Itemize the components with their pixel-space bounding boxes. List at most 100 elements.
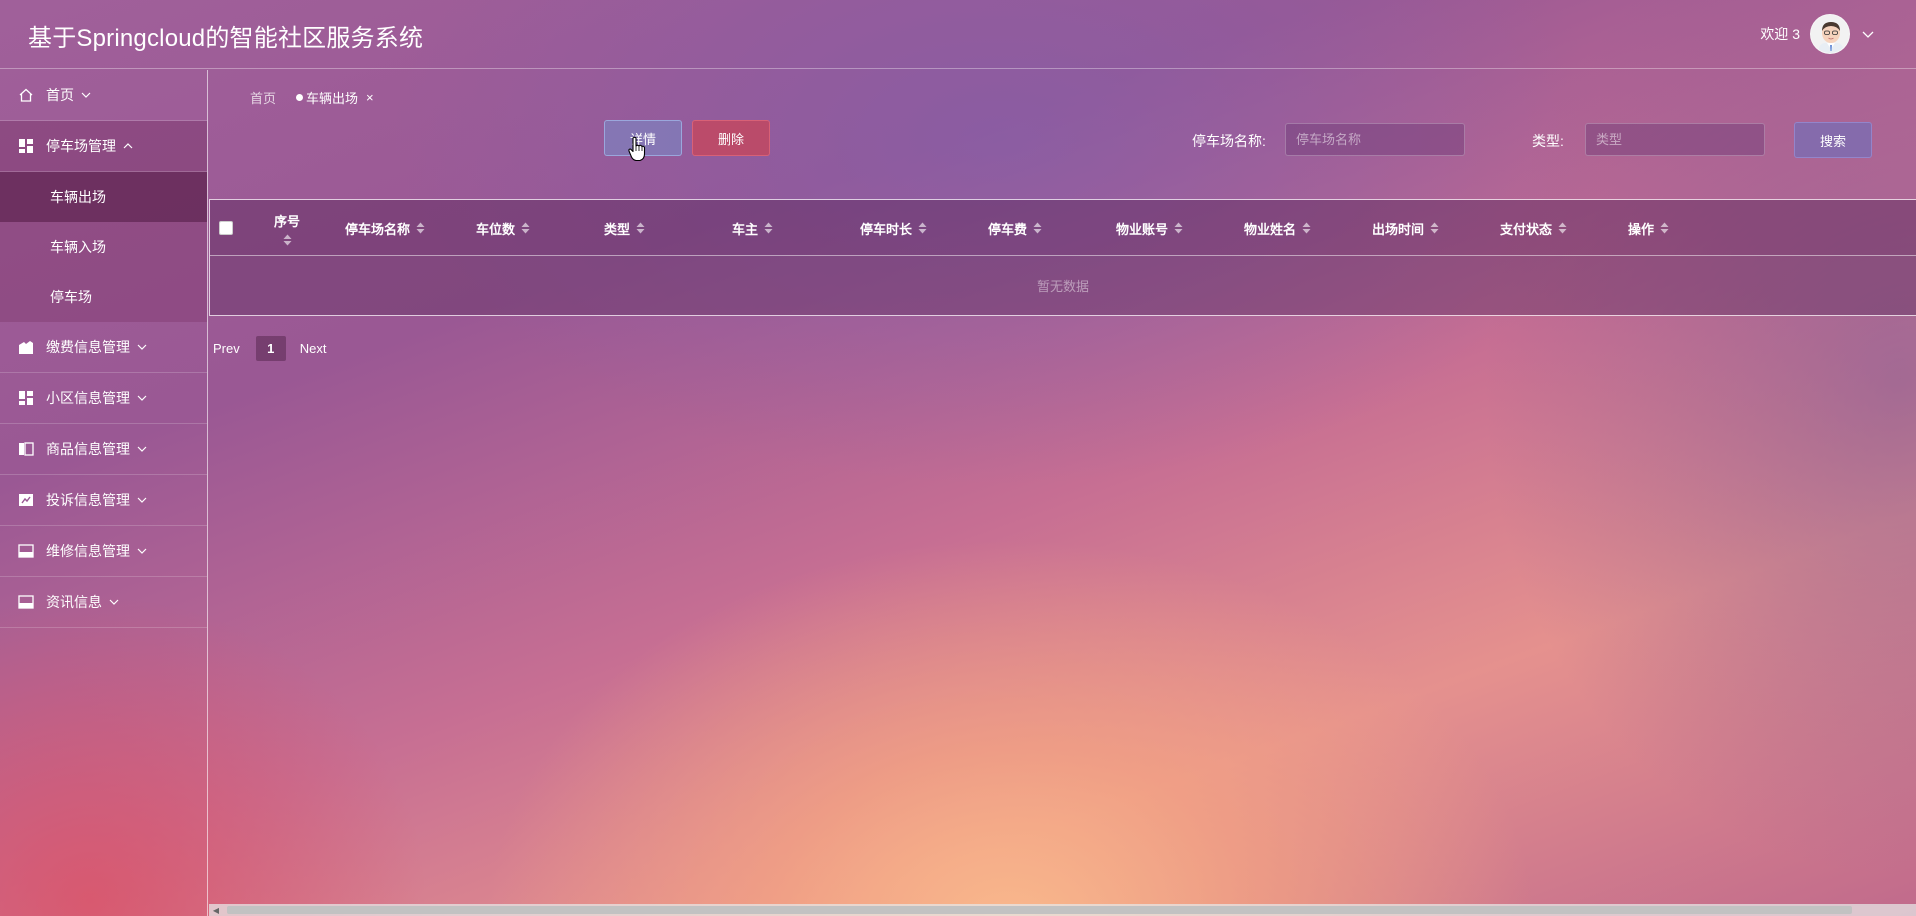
sidebar-item-label: 停车场	[50, 289, 92, 305]
sidebar: 首页 停车场管理 车辆出场 车辆入场 停车场 缴费信息管理 小区信息管理 商品信…	[0, 70, 208, 916]
sidebar-item-label: 车辆入场	[50, 239, 106, 255]
submenu-parking: 车辆出场 车辆入场 停车场	[0, 172, 207, 322]
sidebar-item-label: 停车场管理	[46, 138, 116, 154]
column-header-spaces[interactable]: 车位数	[476, 200, 530, 256]
column-header-payment-status[interactable]: 支付状态	[1500, 200, 1567, 256]
column-header-parking-name[interactable]: 停车场名称	[345, 200, 425, 256]
sort-icon[interactable]	[764, 222, 773, 234]
welcome-text: 欢迎 3	[1760, 26, 1800, 42]
sidebar-item-payment-management[interactable]: 缴费信息管理	[0, 322, 207, 373]
sort-icon[interactable]	[1430, 222, 1439, 234]
sidebar-item-label: 小区信息管理	[46, 390, 130, 406]
sort-icon[interactable]	[1174, 222, 1183, 234]
column-label: 物业姓名	[1244, 221, 1297, 237]
next-page-button[interactable]: Next	[300, 341, 327, 356]
sort-icon[interactable]	[1660, 222, 1669, 234]
column-header-fee[interactable]: 停车费	[988, 200, 1042, 256]
column-label: 序号	[274, 213, 301, 229]
column-label: 出场时间	[1372, 221, 1425, 237]
scroll-left-arrow-icon[interactable]: ◀	[211, 905, 221, 915]
sort-icon[interactable]	[283, 234, 292, 246]
column-header-type[interactable]: 类型	[604, 200, 645, 256]
sort-icon[interactable]	[918, 222, 927, 234]
sort-icon[interactable]	[1558, 222, 1567, 234]
column-header-index[interactable]: 序号	[274, 200, 300, 256]
sidebar-item-label: 资讯信息	[46, 594, 102, 610]
horizontal-scrollbar[interactable]: ◀	[209, 904, 1916, 916]
sidebar-item-repair-management[interactable]: 维修信息管理	[0, 526, 207, 577]
column-label: 停车场名称	[345, 221, 411, 237]
sidebar-item-label: 投诉信息管理	[46, 492, 130, 508]
chevron-down-icon	[137, 395, 147, 401]
home-icon	[19, 88, 33, 102]
document-icon	[19, 341, 33, 354]
sidebar-item-label: 缴费信息管理	[46, 339, 130, 355]
breadcrumb-home[interactable]: 首页	[250, 88, 276, 107]
window-icon	[18, 595, 34, 609]
column-label: 停车时长	[860, 221, 913, 237]
sidebar-item-label: 维修信息管理	[46, 543, 130, 559]
column-header-property-account[interactable]: 物业账号	[1116, 200, 1183, 256]
top-header: 基于Springcloud的智能社区服务系统 欢迎 3	[0, 0, 1916, 69]
dashboard-icon	[19, 139, 33, 153]
select-all-cell	[219, 200, 233, 256]
sidebar-item-vehicle-exit[interactable]: 车辆出场	[0, 172, 207, 222]
sidebar-item-news[interactable]: 资讯信息	[0, 577, 207, 628]
close-icon[interactable]: ×	[366, 90, 374, 105]
column-label: 物业账号	[1116, 221, 1169, 237]
page-number-button[interactable]: 1	[255, 336, 286, 361]
sidebar-item-goods-management[interactable]: 商品信息管理	[0, 424, 207, 475]
column-header-exit-time[interactable]: 出场时间	[1372, 200, 1439, 256]
column-header-owner[interactable]: 车主	[732, 200, 773, 256]
app-title: 基于Springcloud的智能社区服务系统	[28, 25, 424, 52]
sidebar-item-home[interactable]: 首页	[0, 70, 207, 121]
user-menu[interactable]: 欢迎 3	[1760, 14, 1876, 54]
chevron-down-icon	[109, 599, 119, 605]
sidebar-item-label: 车辆出场	[50, 189, 106, 205]
sidebar-item-complaint-management[interactable]: 投诉信息管理	[0, 475, 207, 526]
tab-vehicle-exit[interactable]: 车辆出场	[306, 88, 358, 107]
chevron-down-icon[interactable]	[1860, 26, 1876, 42]
prev-page-button[interactable]: Prev	[213, 341, 240, 356]
delete-button[interactable]: 删除	[692, 120, 770, 156]
search-button[interactable]: 搜索	[1794, 122, 1872, 158]
scrollbar-thumb[interactable]	[227, 906, 1852, 914]
parking-name-label: 停车场名称:	[1192, 133, 1266, 149]
column-header-property-name[interactable]: 物业姓名	[1244, 200, 1311, 256]
type-input[interactable]	[1585, 123, 1765, 156]
chevron-down-icon	[137, 446, 147, 452]
breadcrumb: 首页 车辆出场 ×	[250, 88, 374, 107]
sidebar-item-parking-lot[interactable]: 停车场	[0, 272, 207, 322]
type-label: 类型:	[1532, 133, 1564, 149]
column-label: 支付状态	[1500, 221, 1553, 237]
chart-box-icon	[19, 494, 33, 506]
sort-icon[interactable]	[636, 222, 645, 234]
dashboard-icon	[19, 391, 33, 405]
sort-icon[interactable]	[1033, 222, 1042, 234]
column-label: 车主	[732, 221, 759, 237]
sort-icon[interactable]	[1302, 222, 1311, 234]
sidebar-item-community-management[interactable]: 小区信息管理	[0, 373, 207, 424]
empty-state-text: 暂无数据	[1036, 279, 1089, 294]
column-header-actions[interactable]: 操作	[1628, 200, 1669, 256]
chevron-down-icon	[81, 92, 91, 98]
data-table: 序号 停车场名称 车位数 类型 车主 停车时长 停车费 物业账号 物业姓名 出场…	[209, 199, 1916, 316]
column-label: 类型	[604, 221, 631, 237]
table-header: 序号 停车场名称 车位数 类型 车主 停车时长 停车费 物业账号 物业姓名 出场…	[210, 200, 1916, 256]
columns-icon	[19, 442, 34, 456]
parking-name-input[interactable]	[1285, 123, 1465, 156]
column-label: 操作	[1628, 221, 1655, 237]
column-header-duration[interactable]: 停车时长	[860, 200, 927, 256]
column-label: 停车费	[988, 221, 1028, 237]
sort-icon[interactable]	[521, 222, 530, 234]
sidebar-item-vehicle-entry[interactable]: 车辆入场	[0, 222, 207, 272]
chevron-down-icon	[137, 548, 147, 554]
sort-icon[interactable]	[416, 222, 425, 234]
sidebar-item-label: 商品信息管理	[46, 441, 130, 457]
sidebar-item-parking-management[interactable]: 停车场管理	[0, 121, 207, 172]
select-all-checkbox[interactable]	[219, 221, 233, 235]
pagination: Prev 1 Next	[213, 336, 326, 361]
table-body: 暂无数据	[210, 256, 1916, 315]
active-tab-dot-icon	[296, 94, 304, 101]
avatar[interactable]	[1810, 14, 1850, 54]
